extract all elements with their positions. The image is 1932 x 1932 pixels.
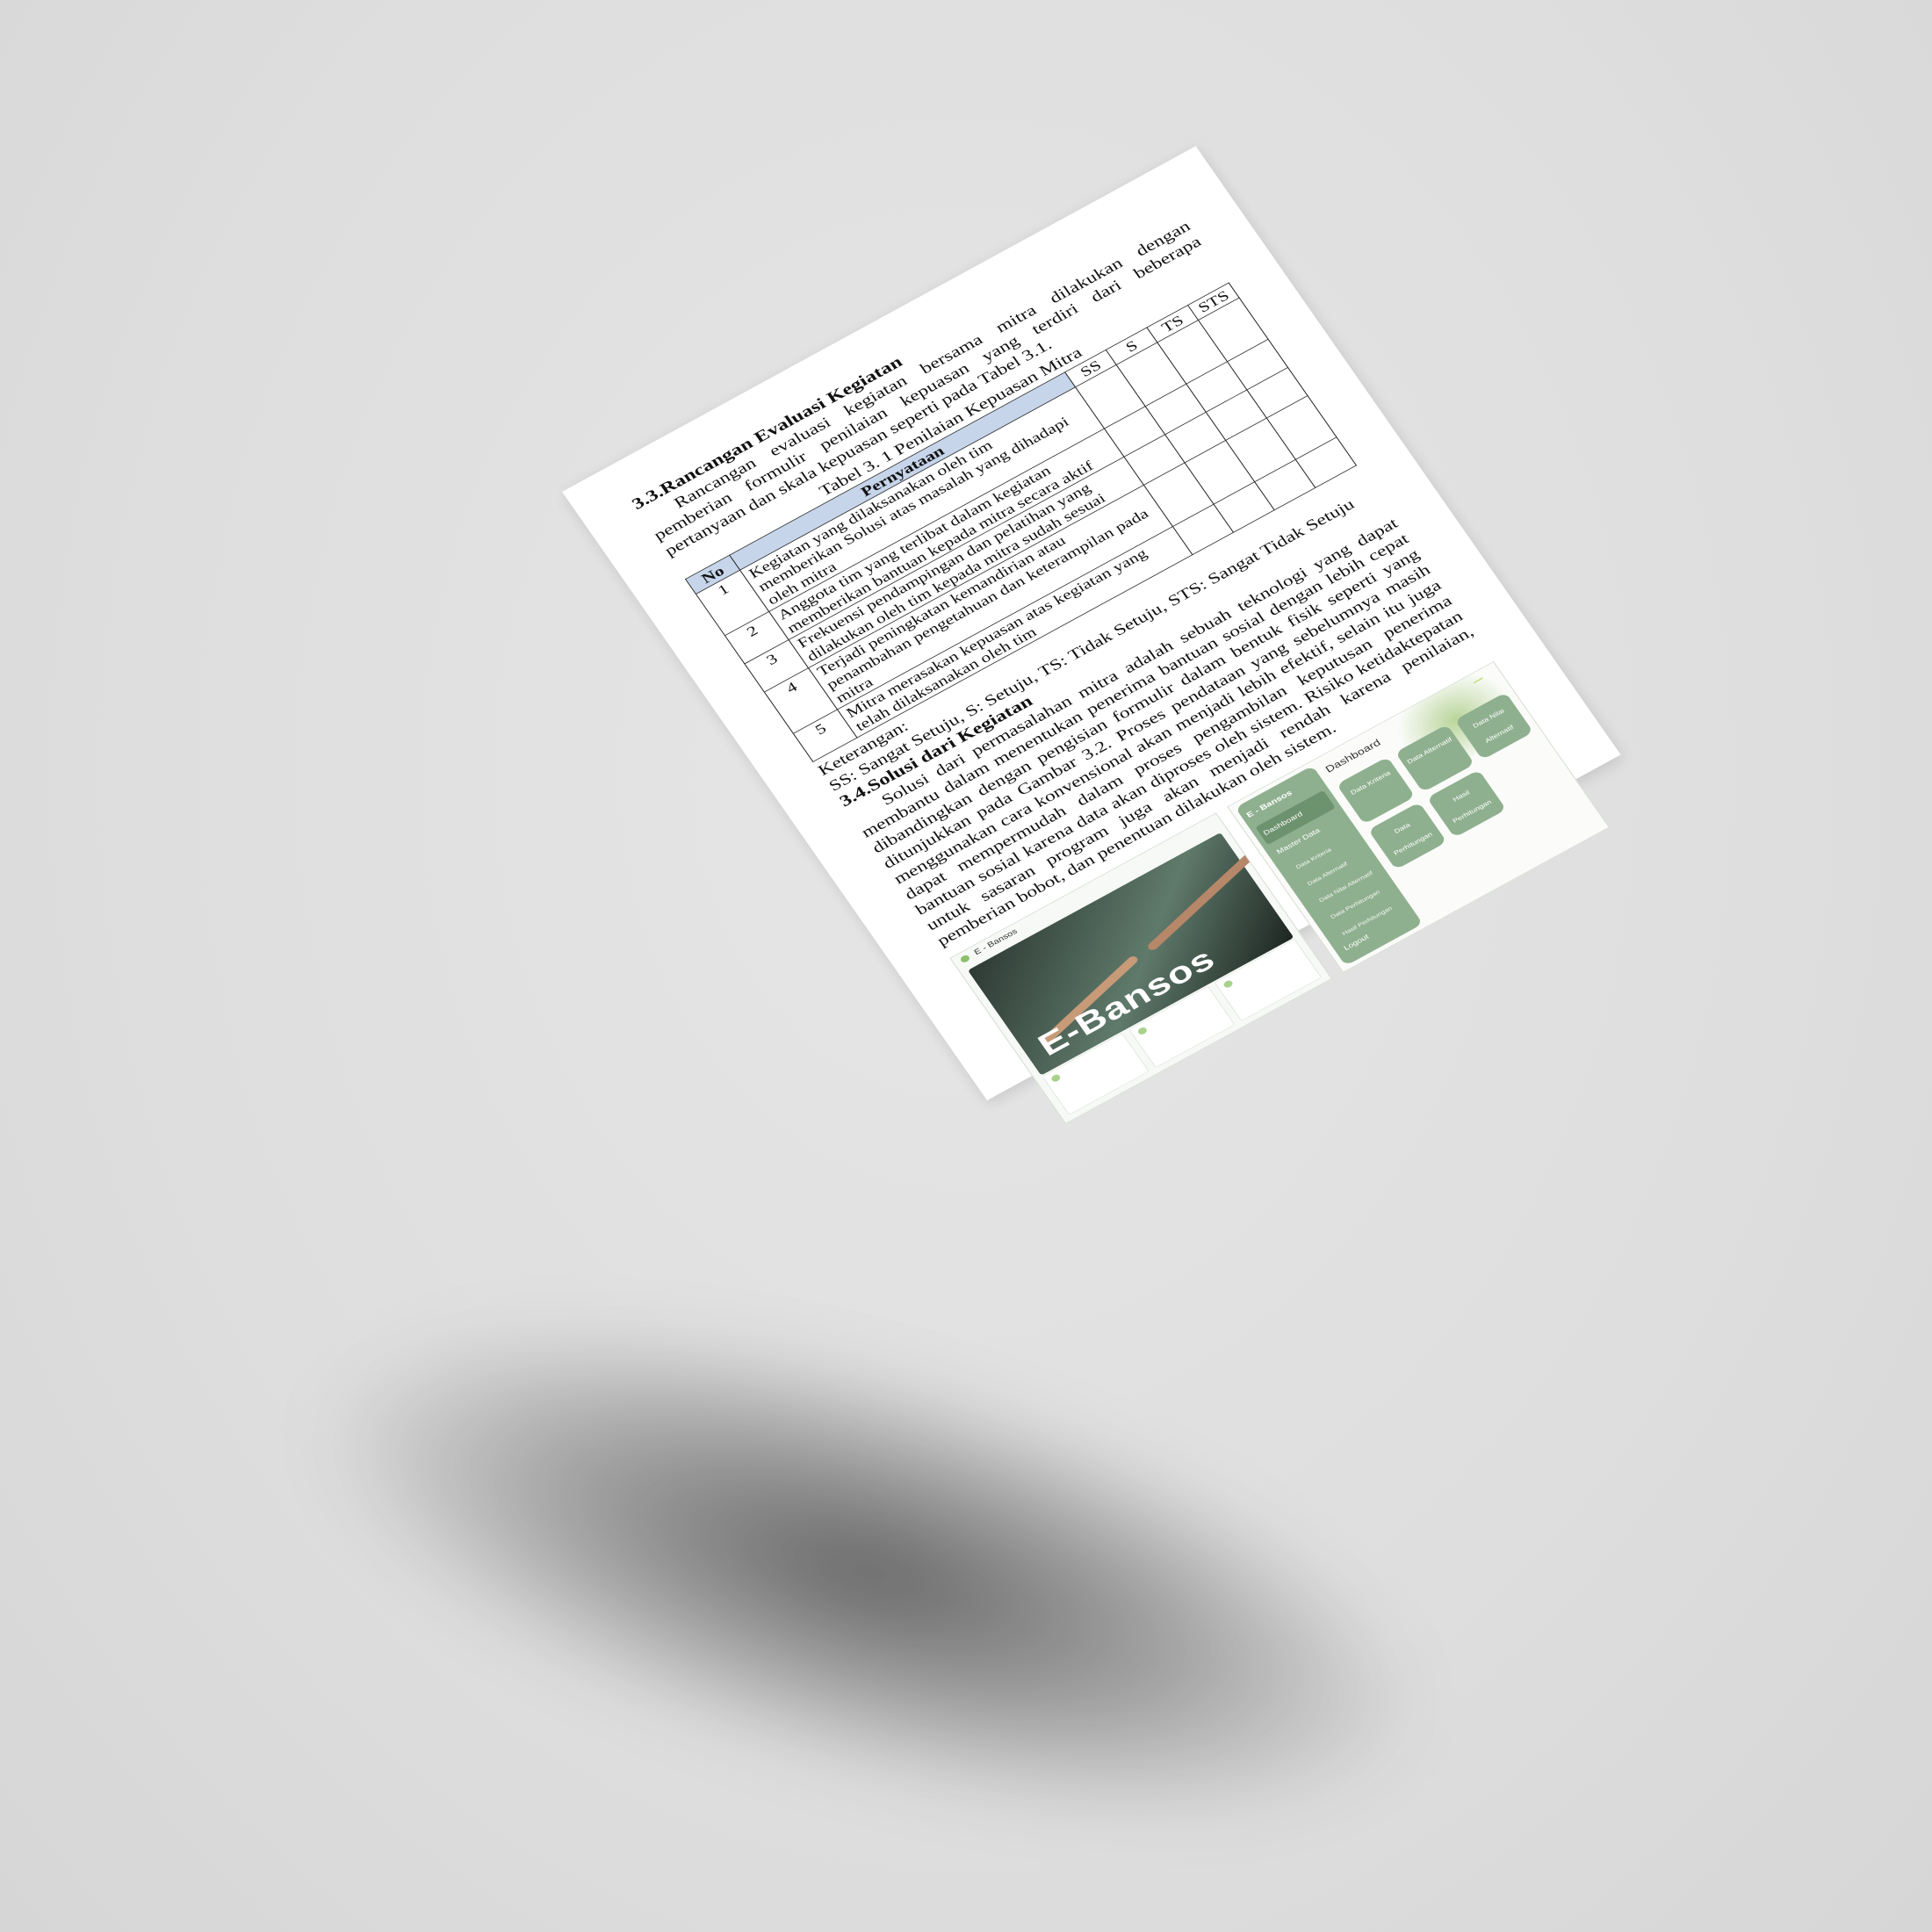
paper-shadow <box>256 1217 1482 1927</box>
feature-icon <box>1135 1026 1149 1036</box>
hand-right-icon <box>1145 849 1258 952</box>
logo-icon <box>959 954 971 964</box>
feature-icon <box>1049 1073 1062 1084</box>
feature-icon <box>1222 978 1235 990</box>
document-page: 3.3.Rancangan Evaluasi Kegiatan Rancanga… <box>562 146 1621 1124</box>
